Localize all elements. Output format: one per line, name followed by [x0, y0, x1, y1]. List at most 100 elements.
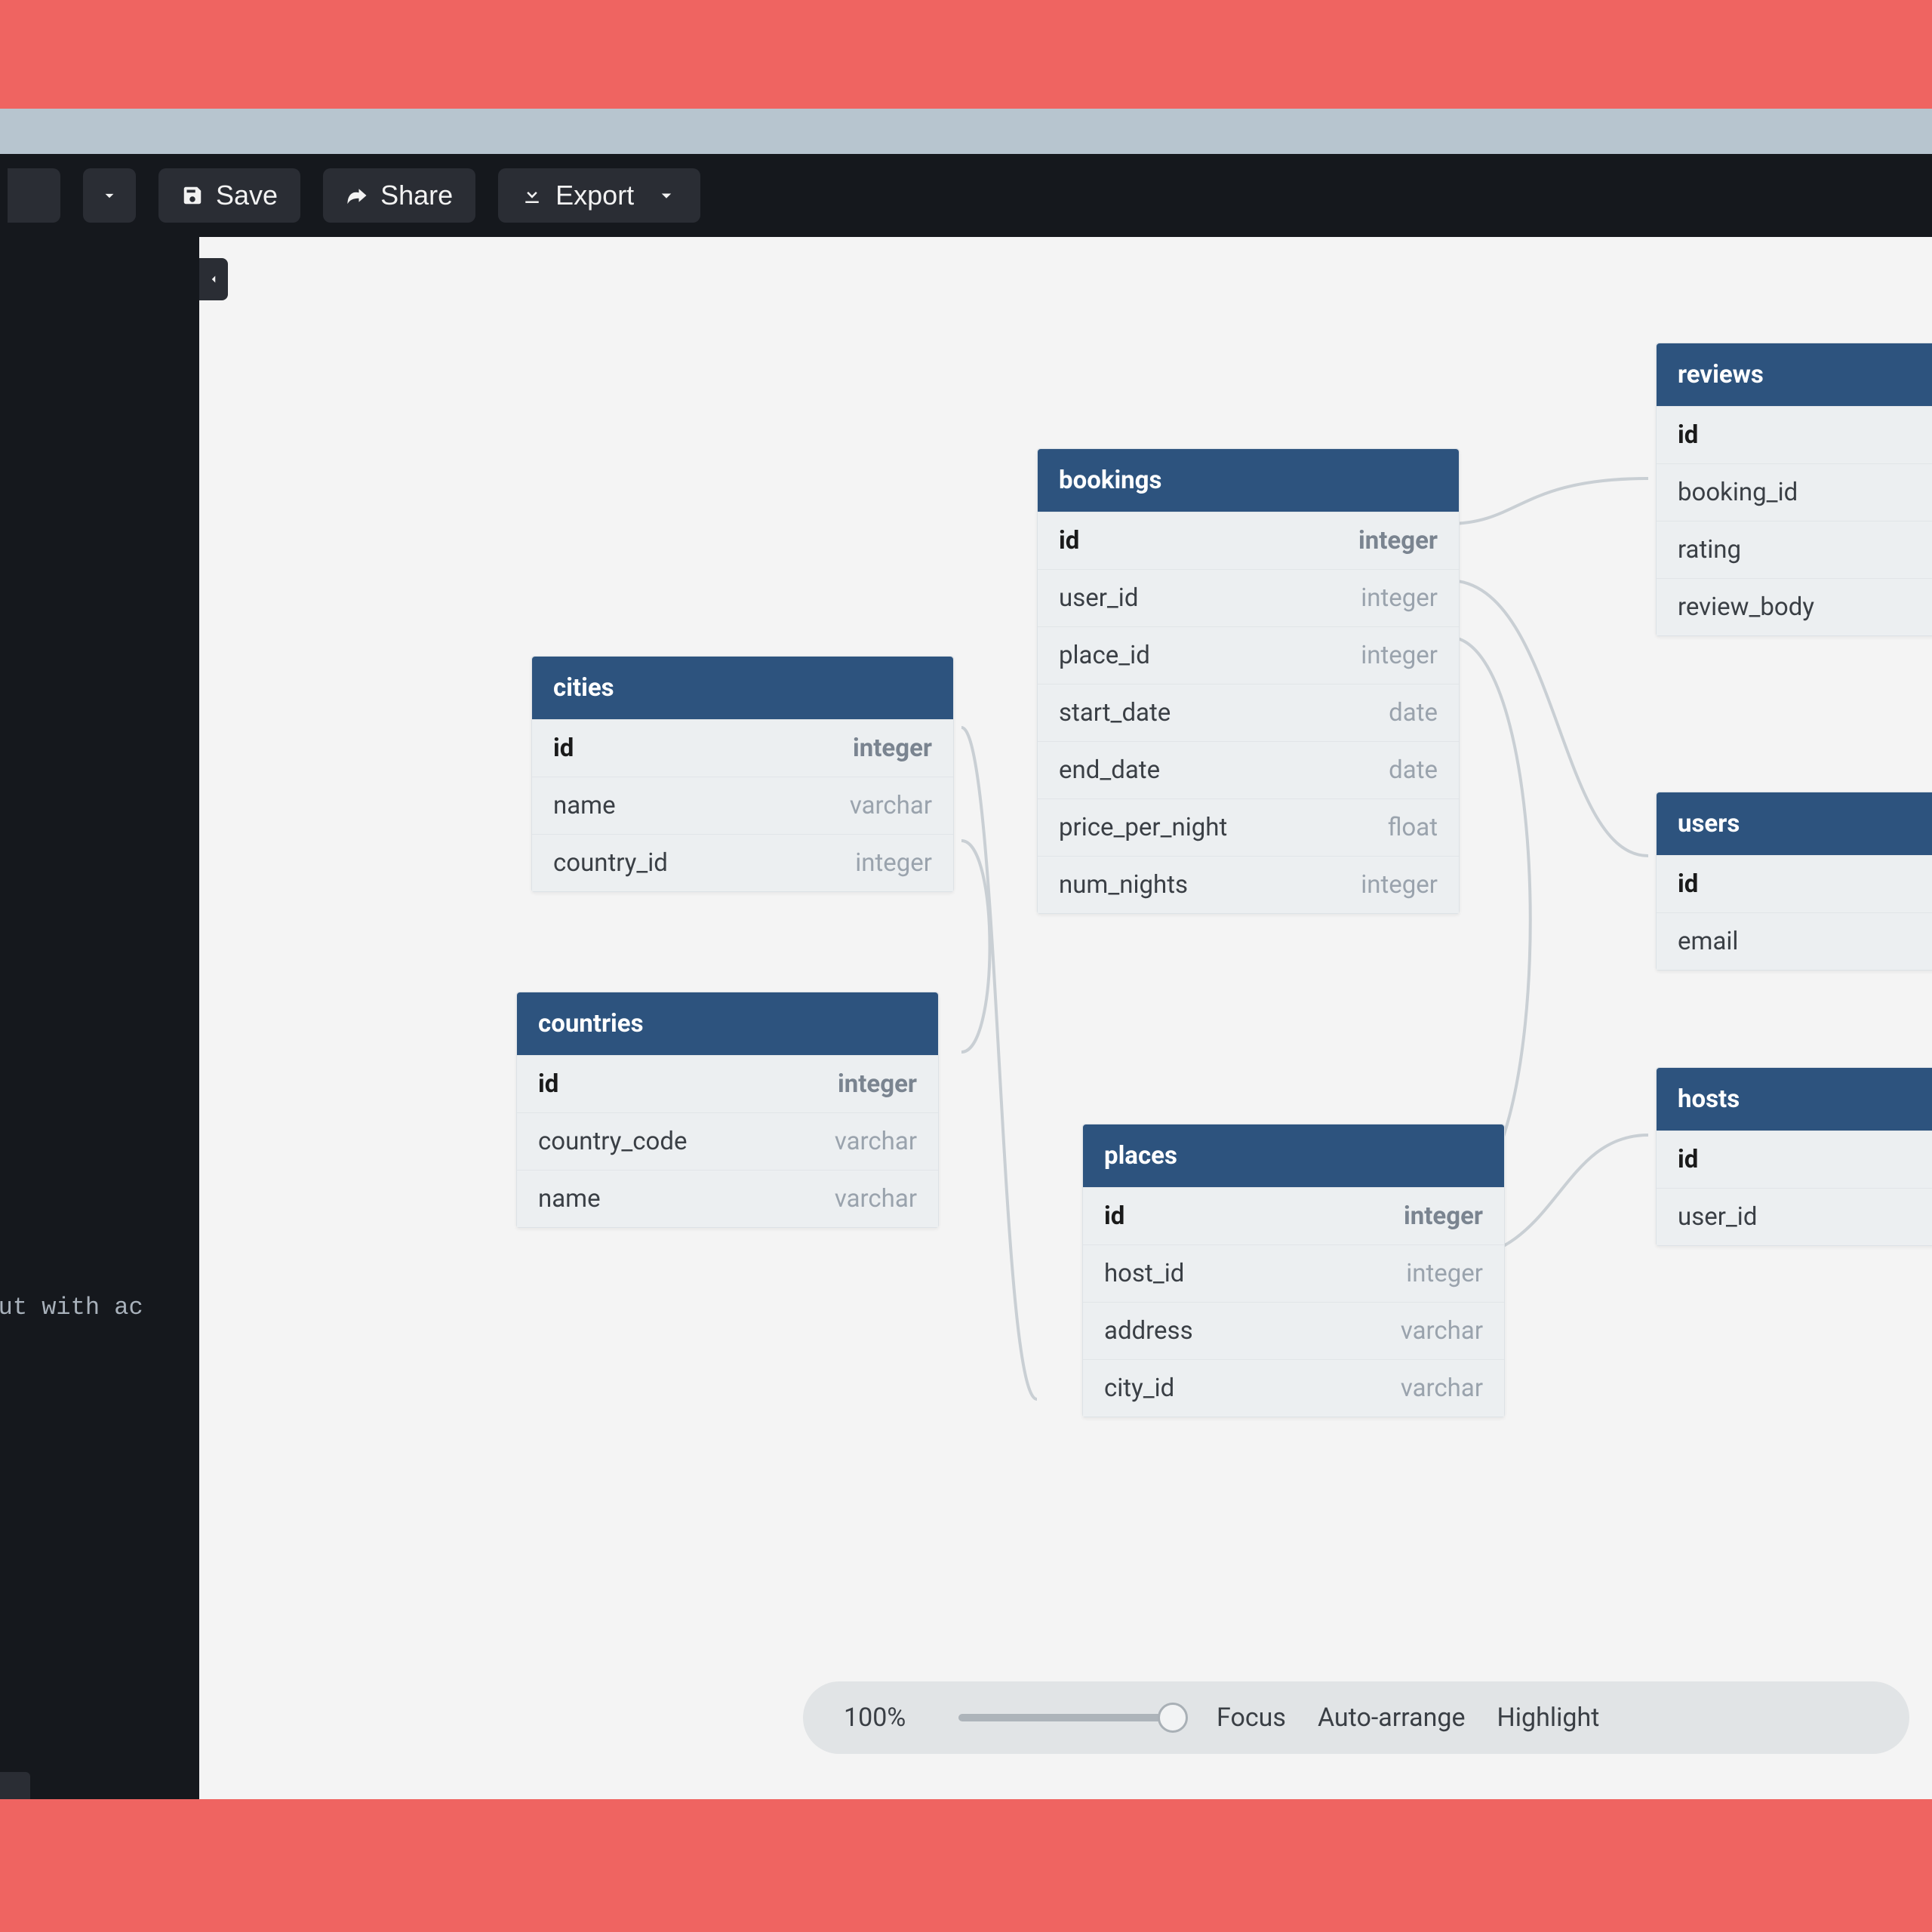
column-type: float	[1388, 813, 1438, 842]
table-header[interactable]: users	[1657, 792, 1932, 855]
column-type: integer	[853, 734, 932, 763]
table-row[interactable]: city_id varchar	[1083, 1359, 1504, 1417]
table-row[interactable]: host_id integer	[1083, 1244, 1504, 1302]
table-row[interactable]: idinteger	[1083, 1187, 1504, 1244]
table-users[interactable]: users id email	[1656, 792, 1932, 971]
table-hosts[interactable]: hosts id user_id	[1656, 1067, 1932, 1246]
table-places[interactable]: places idinteger host_id integer address var…	[1082, 1124, 1505, 1417]
column-name: email	[1678, 927, 1738, 956]
zoom-slider[interactable]	[958, 1714, 1185, 1721]
table-row[interactable]: email	[1657, 912, 1932, 970]
table-row[interactable]: user_id	[1657, 1188, 1932, 1245]
column-type: varchar	[1401, 1316, 1483, 1346]
column-name: user_id	[1678, 1202, 1757, 1232]
column-type: varchar	[1401, 1374, 1483, 1403]
column-name: rating	[1678, 535, 1741, 565]
column-type: varchar	[835, 1184, 917, 1214]
table-row[interactable]: start_date date	[1038, 684, 1459, 741]
column-type: integer	[1406, 1259, 1483, 1288]
unnamed-toolbar-button[interactable]	[8, 168, 60, 223]
focus-button[interactable]: Focus	[1217, 1703, 1286, 1733]
table-row[interactable]: id integer	[532, 719, 953, 777]
column-type: varchar	[835, 1127, 917, 1156]
table-row[interactable]: price_per_night float	[1038, 798, 1459, 856]
browser-tab-bar	[0, 109, 1932, 154]
column-name: booking_id	[1678, 478, 1798, 507]
table-header[interactable]: places	[1083, 1124, 1504, 1187]
column-name: address	[1104, 1316, 1193, 1346]
column-name: id	[1678, 1145, 1698, 1174]
column-name: id	[553, 734, 574, 763]
column-name: place_id	[1059, 641, 1150, 670]
column-type: integer	[1361, 583, 1438, 613]
export-button-label: Export	[555, 180, 634, 211]
column-name: end_date	[1059, 755, 1160, 785]
auto-arrange-button[interactable]: Auto-arrange	[1318, 1703, 1466, 1733]
column-type: integer	[1361, 870, 1438, 900]
table-row[interactable]: end_date date	[1038, 741, 1459, 798]
share-button[interactable]: Share	[323, 168, 475, 223]
table-row[interactable]: address varchar	[1083, 1302, 1504, 1359]
highlight-button[interactable]: Highlight	[1497, 1703, 1600, 1733]
download-icon	[521, 184, 543, 207]
column-name: user_id	[1059, 583, 1138, 613]
column-type: date	[1389, 698, 1438, 728]
column-type: date	[1389, 755, 1438, 785]
table-row[interactable]: review_body	[1657, 578, 1932, 635]
column-name: num_nights	[1059, 870, 1188, 900]
table-countries[interactable]: countries idintegercountry_codevarcharna…	[516, 992, 939, 1228]
column-type: varchar	[850, 791, 932, 820]
table-row[interactable]: num_nights integer	[1038, 856, 1459, 913]
column-name: id	[1678, 420, 1698, 450]
column-name: city_id	[1104, 1374, 1174, 1403]
save-button[interactable]: Save	[158, 168, 300, 223]
history-dropdown-button[interactable]	[83, 168, 136, 223]
sidebar-bottom-stub	[0, 1772, 30, 1799]
table-reviews[interactable]: reviews id booking_idrating review_body	[1656, 343, 1932, 636]
chevron-down-icon	[100, 184, 119, 207]
column-name: id	[1104, 1201, 1124, 1231]
table-row[interactable]: country_idinteger	[532, 834, 953, 891]
table-header[interactable]: bookings	[1038, 449, 1459, 512]
table-row[interactable]: country_codevarchar	[517, 1112, 938, 1170]
table-row[interactable]: place_id integer	[1038, 626, 1459, 684]
table-header[interactable]: reviews	[1657, 343, 1932, 406]
column-name: id	[538, 1069, 558, 1099]
column-name: name	[538, 1184, 601, 1214]
column-name: id	[1059, 526, 1079, 555]
table-row[interactable]: id integer	[1038, 512, 1459, 569]
column-type: integer	[1358, 526, 1438, 555]
table-row[interactable]: idinteger	[517, 1055, 938, 1112]
table-row[interactable]: id	[1657, 855, 1932, 912]
collapse-sidebar-button[interactable]	[199, 258, 228, 300]
table-cities[interactable]: cities id integer namevarcharcountry_idint…	[531, 656, 954, 892]
table-header[interactable]: hosts	[1657, 1068, 1932, 1131]
table-header[interactable]: countries	[517, 992, 938, 1055]
code-editor-sidebar[interactable]: , but with ac	[0, 237, 199, 1799]
chevron-down-icon	[655, 184, 678, 207]
table-row[interactable]: name varchar	[517, 1170, 938, 1227]
diagram-canvas[interactable]: cities id integer name varchar country_idint…	[199, 237, 1932, 1799]
table-row[interactable]: namevarchar	[532, 777, 953, 834]
share-icon	[346, 184, 368, 207]
column-name: host_id	[1104, 1259, 1184, 1288]
chevron-left-icon	[207, 272, 220, 286]
table-row[interactable]: id	[1657, 406, 1932, 463]
column-type: integer	[855, 848, 932, 878]
table-row[interactable]: id	[1657, 1131, 1932, 1188]
table-header[interactable]: cities	[532, 657, 953, 719]
zoom-slider-thumb[interactable]	[1158, 1703, 1188, 1733]
column-name: start_date	[1059, 698, 1171, 728]
column-name: price_per_night	[1059, 813, 1227, 842]
code-fragment: , but with ac	[0, 1294, 143, 1321]
export-button[interactable]: Export	[498, 168, 700, 223]
column-type: integer	[1361, 641, 1438, 670]
column-name: review_body	[1678, 592, 1814, 622]
table-row[interactable]: booking_id	[1657, 463, 1932, 521]
column-name: id	[1678, 869, 1698, 899]
app-window: Save Share Export , but with ac	[0, 154, 1932, 1799]
table-row[interactable]: user_id integer	[1038, 569, 1459, 626]
table-bookings[interactable]: bookings idintegeruser_idintegerplace_id…	[1037, 448, 1460, 914]
table-row[interactable]: rating	[1657, 521, 1932, 578]
canvas-footer: 100% Focus Auto-arrange Highlight	[803, 1681, 1909, 1754]
